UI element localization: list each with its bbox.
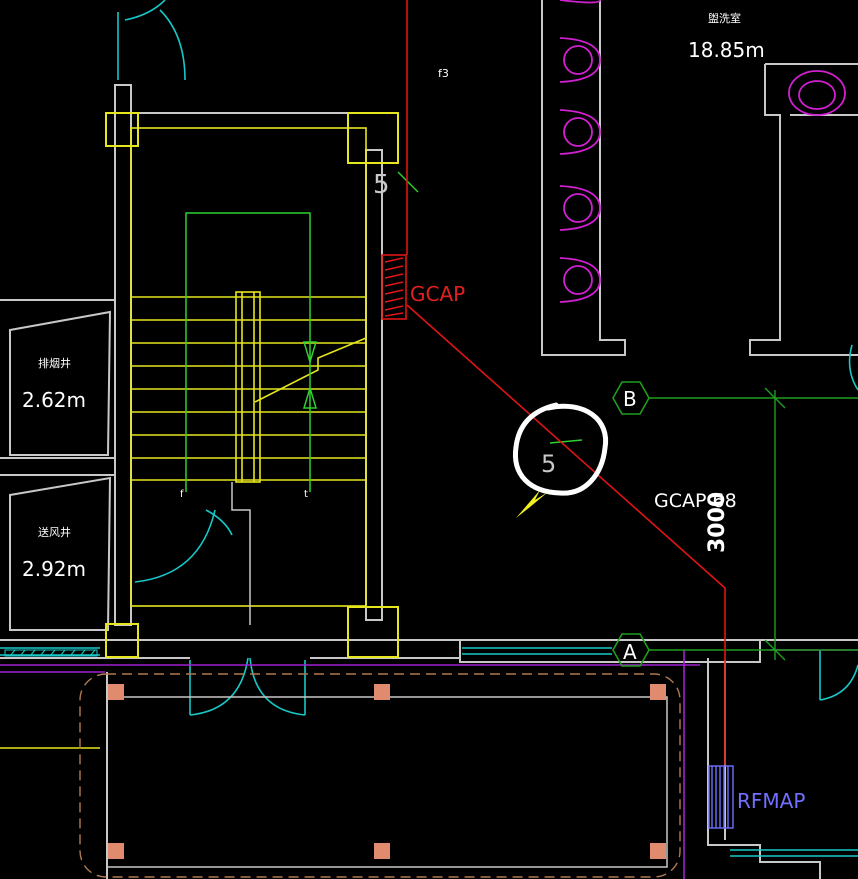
room-left-upper-name: 排烟井 bbox=[38, 356, 71, 370]
axis-b-label: B bbox=[623, 387, 637, 411]
room-top-right-name: 盥洗室 bbox=[708, 11, 741, 25]
shaft-upper-outline bbox=[9, 310, 112, 456]
markup-circle bbox=[512, 402, 609, 496]
stair-walk-line bbox=[185, 212, 318, 492]
mark-f3: f3 bbox=[438, 67, 449, 80]
column-marker bbox=[650, 843, 666, 859]
rfmap-label: RFMAP bbox=[737, 789, 805, 813]
grid-bubbles bbox=[612, 381, 650, 667]
axis-a-label: A bbox=[623, 640, 637, 664]
dashed-outline bbox=[79, 673, 681, 878]
dimension-label: 3000 bbox=[705, 492, 730, 553]
gcap-top-label: GCAP bbox=[410, 282, 465, 306]
walls bbox=[0, 0, 858, 879]
grid-lines bbox=[397, 171, 858, 661]
column-marker bbox=[108, 684, 124, 700]
column-marker bbox=[374, 684, 390, 700]
stair-outline bbox=[130, 127, 367, 607]
stair-door bbox=[231, 482, 251, 625]
stair-mark-right: t bbox=[304, 489, 308, 500]
wall-left-stair bbox=[114, 84, 132, 626]
room-top-right-area: 18.85m bbox=[688, 38, 765, 62]
markup-annotation bbox=[512, 402, 609, 518]
cad-floor-plan: 盥洗室 18.85m 排烟井 2.62m 送风井 2.92m f3 5 GCAP… bbox=[0, 0, 858, 879]
rfmap-box bbox=[708, 765, 734, 829]
column-marker bbox=[650, 684, 666, 700]
stair-mark-left: f bbox=[180, 489, 184, 500]
room-left-upper-area: 2.62m bbox=[22, 388, 86, 412]
doors bbox=[0, 0, 858, 857]
column-marker bbox=[374, 843, 390, 859]
column-marker bbox=[108, 843, 124, 859]
shaft-lower-outline bbox=[9, 476, 112, 631]
room-left-lower-name: 送风井 bbox=[38, 525, 71, 539]
room-left-lower-area: 2.92m bbox=[22, 557, 86, 581]
markup-arrow-icon bbox=[516, 490, 548, 518]
number-circled: 5 bbox=[541, 450, 556, 478]
stair bbox=[130, 127, 367, 607]
columns-yellow bbox=[105, 112, 399, 658]
wall-right-stair bbox=[365, 149, 383, 621]
number-top: 5 bbox=[373, 170, 390, 200]
